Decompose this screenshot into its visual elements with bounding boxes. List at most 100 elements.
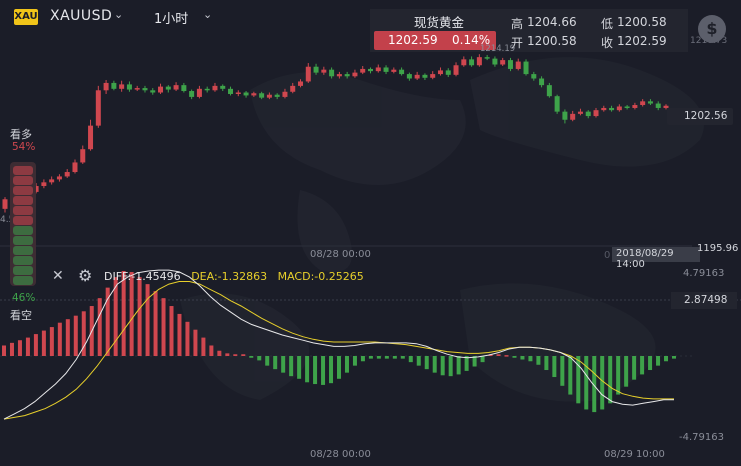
candle-body [609,107,615,111]
macd-bar [209,345,214,356]
macd-bar [368,356,373,359]
dea-value: DEA:-1.32863 [191,270,268,283]
candle-body [577,111,583,114]
macd-bar [512,356,517,358]
candle-body [601,107,607,111]
candle-body [173,85,179,90]
bull-segment [13,186,33,195]
candle-body [189,91,195,97]
candle-body [430,74,436,78]
macd-bar [121,270,126,356]
macd-bar [201,337,206,356]
candle-body [158,86,164,93]
candle-body [344,74,350,77]
macd-bar [616,356,621,395]
bear-percent: 46% [12,292,36,304]
candle-body [243,92,249,96]
bull-segment [13,196,33,205]
macd-bar [65,319,70,356]
candle-body [500,60,506,65]
candle-body [515,61,521,69]
macd-bar [321,356,326,385]
crosshair-time: 2018/08/29 14:00 [616,248,674,270]
candle-body [375,67,381,72]
time-label-1: 08/28 00:00 [310,249,371,260]
gear-icon[interactable]: ⚙ [78,266,92,285]
candle-body [367,68,373,72]
macd-bar [584,356,589,410]
close-icon[interactable]: ✕ [52,268,64,284]
macd-bar [329,356,334,384]
candle-body [593,110,599,117]
macd-bar [161,298,166,356]
candle-body [445,70,451,75]
price-axis-low: 1195.96 [697,243,739,254]
bear-segment [13,236,33,245]
symbol-selector[interactable]: XAUUSD [50,8,112,24]
candle-body [165,86,171,90]
macd-bar [504,355,509,357]
candle-body [49,179,55,183]
candle-body [484,57,490,59]
candle-body [461,59,467,66]
macd-bar [392,356,397,359]
high-value: 1204.66 [527,15,577,29]
macd-bar [9,342,14,356]
candle-body [640,101,646,106]
macd-bar [456,356,461,375]
candle-body [266,94,272,98]
candle-body [554,96,560,112]
time-partial: 0 [604,250,611,261]
macd-bar [656,356,661,366]
instrument-title: 现货黄金 [414,15,465,30]
macd-bar [105,287,110,356]
macd-bar [536,356,541,365]
macd-bar [648,356,653,371]
macd-bar [41,330,46,356]
close-value: 1202.59 [617,34,667,48]
dollar-icon[interactable]: $ [698,15,726,43]
quote-panel: 现货黄金 1202.59 0.14% 高 1204.66 低 1200.58 开… [370,9,688,52]
candle-body [523,61,529,75]
candle-body [469,59,475,66]
macd-bar [576,356,581,404]
macd-bar [17,340,22,356]
peak-price-label: 1214.19 [480,44,516,54]
macd-bar [337,356,341,379]
chevron-down-icon[interactable]: ⌄ [203,8,212,21]
interval-selector[interactable]: 1小时 [154,8,188,27]
macd-bar [49,327,54,356]
macd-bar [560,356,565,386]
candle-body [119,84,125,89]
bull-segment [13,216,33,225]
macd-bar [544,356,549,371]
candle-body [406,74,412,79]
macd-bar [25,337,30,356]
candle-body [251,93,257,96]
price-chart[interactable] [0,0,741,466]
macd-bar [241,354,246,356]
candle-body [414,74,420,79]
macd-bar [672,356,676,359]
candle-body [476,57,482,66]
macd-value: MACD:-0.25265 [277,270,364,283]
macd-axis-top: 4.79163 [683,268,725,279]
macd-bar [480,356,485,363]
candle-body [111,82,117,89]
close-label: 收 [601,36,614,50]
macd-legend: DIFF:-1.45496 DEA:-1.32863 MACD:-0.25265 [104,270,364,283]
chevron-down-icon[interactable]: ⌄ [114,8,123,21]
macd-bar [257,356,262,361]
candle-body [274,94,280,97]
candle-body [321,69,327,73]
bear-segment [13,226,33,235]
macd-bar [408,356,413,363]
candle-body [655,103,661,108]
candle-body [204,88,210,91]
candle-body [228,88,234,94]
macd-bar [217,350,222,356]
candle-body [56,176,62,180]
macd-bar [624,356,629,387]
macd-bar [289,356,294,377]
macd-bar [360,356,365,362]
